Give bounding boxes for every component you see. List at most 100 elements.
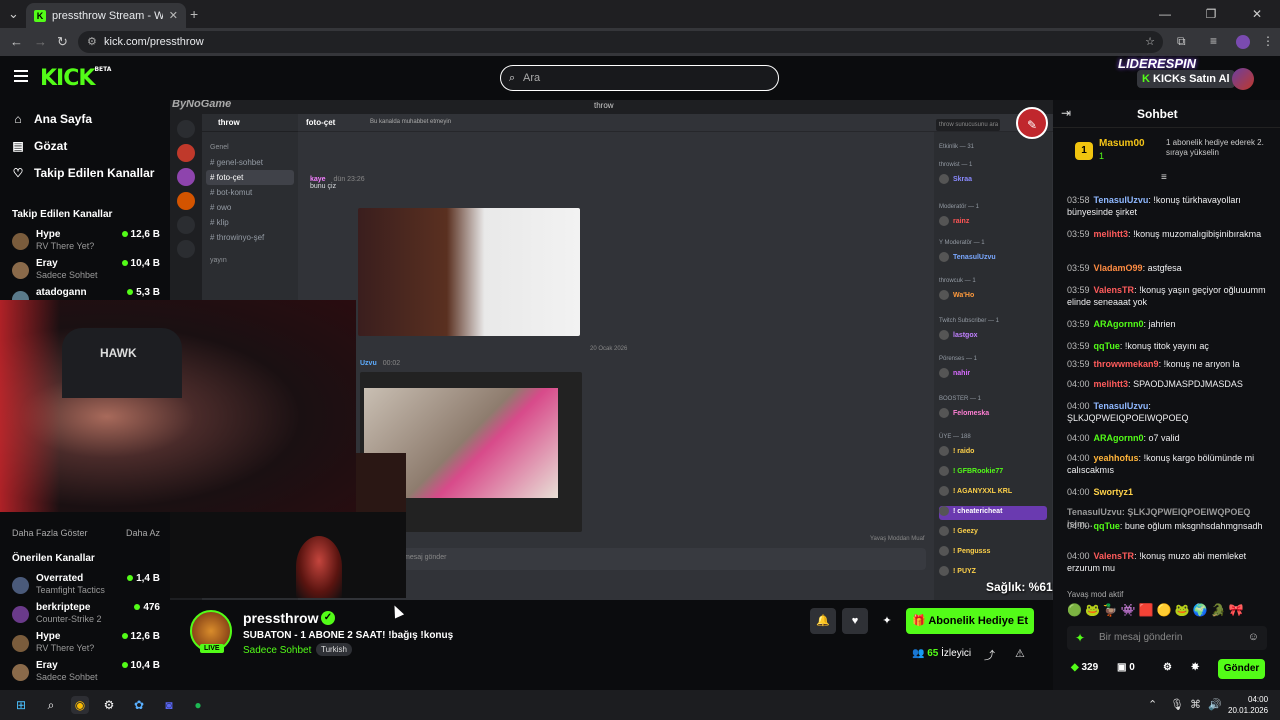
spotify-icon[interactable]: ● xyxy=(189,696,207,714)
recommended-channel[interactable]: berkriptepe Counter-Strike 2 476 xyxy=(12,602,160,628)
recommended-channel[interactable]: Hype RV There Yet? 12,6 B xyxy=(12,631,160,657)
chat-input[interactable]: ✦ Bir mesaj gönderin ☺ xyxy=(1067,626,1267,650)
recommended-channel[interactable]: Overrated Teamfight Tactics 1,4 B xyxy=(12,573,160,599)
site-info-icon[interactable]: ⚙ xyxy=(87,31,97,53)
viewers-icon: 👥 xyxy=(912,648,925,659)
send-button[interactable]: Gönder xyxy=(1218,659,1265,679)
tray-chevron-icon[interactable]: ⌃ xyxy=(1148,698,1157,711)
tab-title: pressthrow Stream - Watch Live xyxy=(52,9,163,22)
message-username[interactable]: ValensTR xyxy=(1094,551,1135,561)
sidebar-item-home[interactable]: ⌂ Ana Sayfa xyxy=(12,112,92,126)
channel-points[interactable]: ◆ 329 xyxy=(1071,662,1098,673)
message-username[interactable]: ARAgornn0 xyxy=(1094,319,1144,329)
collapse-chat-icon[interactable]: ⇥ xyxy=(1061,106,1071,120)
search-input[interactable]: ⌕ Ara xyxy=(500,65,779,91)
windows-start-icon[interactable]: ⊞ xyxy=(12,696,30,714)
language-tag[interactable]: Turkish xyxy=(316,643,352,656)
viewer-count: 1,4 B xyxy=(127,573,160,584)
date-separator: 20 Ocak 2026 xyxy=(590,346,628,352)
home-icon: ⌂ xyxy=(14,112,22,126)
message-username[interactable]: qqTue xyxy=(1094,341,1120,351)
message-text: o7 valid xyxy=(1148,433,1180,443)
kick-logo[interactable]: KICKBETA xyxy=(40,66,111,91)
emoji-icon[interactable]: ☺ xyxy=(1248,631,1259,643)
follow-heart-icon[interactable]: ♥ xyxy=(842,608,868,634)
gift-subscription-button[interactable]: 🎁 Abonelik Hediye Et xyxy=(906,608,1034,634)
taskbar-search-icon[interactable]: ⌕ xyxy=(42,696,60,714)
stream-title: SUBATON - 1 ABONE 2 SAAT! !bağış !konuş xyxy=(243,630,454,641)
message-username[interactable]: TenasulUzvu xyxy=(1094,401,1149,411)
message-time: 04:00 xyxy=(1067,379,1090,389)
close-tab-icon[interactable]: ✕ xyxy=(169,9,178,22)
brand-banner[interactable]: LIDERESPIN xyxy=(1118,56,1196,71)
message-username[interactable]: ARAgornn0 xyxy=(1094,433,1144,443)
message-username[interactable]: ValensTR xyxy=(1094,285,1135,295)
new-tab-icon[interactable]: + xyxy=(190,6,198,22)
message-username[interactable]: TenasulUzvu xyxy=(1094,195,1149,205)
clock-date: 20.01.2026 xyxy=(1228,706,1269,715)
recommended-channel[interactable]: Eray Sadece Sohbet 10,4 B xyxy=(12,660,160,686)
sparkle-icon[interactable]: ✦ xyxy=(874,608,900,634)
message-username[interactable]: qqTue xyxy=(1094,521,1120,531)
share-icon[interactable]: ⤴ xyxy=(984,647,995,663)
discord-icon[interactable]: ◙ xyxy=(160,696,178,714)
message-username[interactable]: Swortyz1 xyxy=(1094,487,1134,497)
discord-channel: # klip xyxy=(210,218,229,227)
heart-icon: ♡ xyxy=(12,166,24,180)
minimize-icon[interactable]: — xyxy=(1142,0,1188,28)
hamburger-menu-icon[interactable] xyxy=(14,70,28,85)
app-icon[interactable]: ⚙ xyxy=(100,696,118,714)
streamer-name[interactable]: pressthrow xyxy=(243,610,318,626)
message-username[interactable]: melihtt3 xyxy=(1094,379,1129,389)
following-channel[interactable]: Hype RV There Yet? 12,6 B xyxy=(12,229,160,255)
steam-icon[interactable]: ✿ xyxy=(130,696,148,714)
gaming-chair: HAWK xyxy=(62,328,182,398)
url-field[interactable]: ⚙ kick.com/pressthrow ☆ xyxy=(78,31,1163,53)
show-less-link[interactable]: Daha Az xyxy=(126,528,160,538)
tab-search-icon[interactable]: ⌄ xyxy=(8,6,19,22)
network-icon[interactable]: ⌘ xyxy=(1190,698,1201,711)
volume-icon[interactable]: 🔊 xyxy=(1208,698,1222,711)
forward-icon[interactable]: → xyxy=(34,34,47,49)
expand-icon[interactable]: ≡ xyxy=(1161,172,1167,183)
browser-tab[interactable]: K pressthrow Stream - Watch Live ✕ xyxy=(26,3,186,28)
slowmode-status: Yavaş mod aktif xyxy=(1067,590,1124,599)
channel-category: Sadece Sohbet xyxy=(36,270,98,280)
restore-icon[interactable]: ❐ xyxy=(1188,0,1234,28)
reload-icon[interactable]: ↻ xyxy=(57,34,68,50)
gift-count[interactable]: ▣ 0 xyxy=(1117,662,1135,673)
message-time: 04:00 xyxy=(1067,401,1090,411)
message-username[interactable]: throwwmekan9 xyxy=(1094,359,1159,369)
notification-bell-icon[interactable]: 🔔 xyxy=(810,608,836,634)
show-more-link[interactable]: Daha Fazla Göster xyxy=(12,528,88,538)
chat-message: 04:00 qqTue: bune oğlum mksgnhsdahmgnsadh xyxy=(1067,521,1263,531)
report-icon[interactable]: ⚠ xyxy=(1015,647,1025,660)
chat-settings-icon[interactable]: ⚙ xyxy=(1163,662,1172,673)
kicks-icon: K xyxy=(1142,73,1150,85)
extensions-icon[interactable]: ⧉ xyxy=(1177,34,1186,49)
chrome-icon[interactable]: ◉ xyxy=(71,696,89,714)
menu-kebab-icon[interactable]: ⋮ xyxy=(1262,34,1274,48)
chat-message: 04:00 Swortyz1 xyxy=(1067,486,1272,498)
message-username[interactable]: melihtt3 xyxy=(1094,229,1129,239)
sidebar-item-browse[interactable]: ▤ Gözat xyxy=(12,139,67,153)
microphone-icon[interactable]: 🎙 xyxy=(1170,698,1184,711)
system-clock[interactable]: 04:00 20.01.2026 xyxy=(1228,694,1268,716)
gift-icon: ▣ xyxy=(1117,662,1127,673)
close-window-icon[interactable]: ✕ xyxy=(1234,0,1280,28)
media-icon[interactable]: ≡ xyxy=(1210,34,1217,48)
emote-bar[interactable]: 🟢🐸🦆👾🟥🟡🐸🌍🐊🎀 xyxy=(1067,603,1246,617)
profile-icon[interactable] xyxy=(1236,35,1250,49)
back-icon[interactable]: ← xyxy=(10,34,23,49)
leader-username[interactable]: Masum00 xyxy=(1099,138,1145,149)
message-username[interactable]: VladamO99 xyxy=(1094,263,1143,273)
message-username[interactable]: yeahhofus xyxy=(1094,453,1139,463)
buy-kicks-button[interactable]: K KICKs Satın Al xyxy=(1137,70,1235,88)
chat-extras-icon[interactable]: ✸ xyxy=(1191,662,1199,673)
sidebar-item-following[interactable]: ♡ Takip Edilen Kanallar xyxy=(12,166,155,180)
stream-category[interactable]: Sadece Sohbet xyxy=(243,645,311,656)
following-channel[interactable]: Eray Sadece Sohbet 10,4 B xyxy=(12,258,160,284)
user-avatar[interactable] xyxy=(1232,68,1254,90)
bookmark-star-icon[interactable]: ☆ xyxy=(1145,31,1155,53)
browse-icon: ▤ xyxy=(12,139,24,153)
